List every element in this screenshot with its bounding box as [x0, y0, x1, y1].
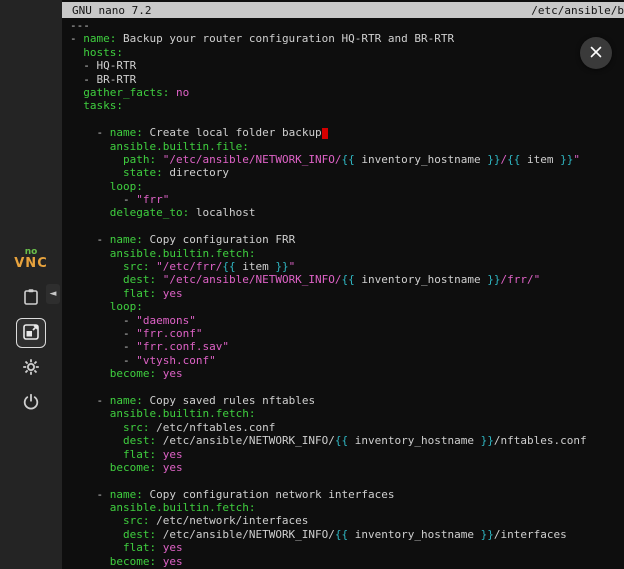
editor-line: delegate_to: localhost [70, 206, 624, 219]
editor-line: - "frr" [70, 193, 624, 206]
novnc-logo-text: VNC [0, 257, 62, 270]
editor-line: loop: [70, 300, 624, 313]
novnc-logo: no VNC [0, 248, 62, 270]
editor-line: gather_facts: no [70, 86, 624, 99]
editor-line: dest: /etc/ansible/NETWORK_INFO/{{ inven… [70, 434, 624, 447]
editor-line: ansible.builtin.fetch: [70, 407, 624, 420]
terminal-window: GNU nano 7.2 /etc/ansible/b ---- name: B… [62, 0, 624, 569]
editor-line: hosts: [70, 46, 624, 59]
editor-line: - name: Copy configuration network inter… [70, 488, 624, 501]
editor-line: become: yes [70, 555, 624, 568]
power-icon [21, 392, 41, 415]
nano-filename: /etc/ansible/b [531, 4, 624, 17]
editor-line: tasks: [70, 99, 624, 112]
clipboard-icon [21, 287, 41, 310]
fullscreen-button[interactable] [16, 318, 46, 348]
editor-line: ansible.builtin.file: [70, 140, 624, 153]
editor-line: src: /etc/nftables.conf [70, 421, 624, 434]
editor-line [70, 474, 624, 487]
nano-version: GNU nano 7.2 [72, 4, 151, 17]
editor-line: src: /etc/network/interfaces [70, 514, 624, 527]
editor-line [70, 381, 624, 394]
editor-line: src: "/etc/frr/{{ item }}" [70, 260, 624, 273]
clipboard-button[interactable] [16, 283, 46, 313]
chevron-left-icon: ◄ [50, 289, 57, 299]
editor-line: --- [70, 19, 624, 32]
nano-titlebar: GNU nano 7.2 /etc/ansible/b [62, 2, 624, 18]
editor-line: - "frr.conf" [70, 327, 624, 340]
editor-line: - "frr.conf.sav" [70, 340, 624, 353]
editor-line: become: yes [70, 461, 624, 474]
editor-line: - name: Copy saved rules nftables [70, 394, 624, 407]
settings-button[interactable] [16, 353, 46, 383]
editor-line: flat: yes [70, 541, 624, 554]
close-icon [589, 45, 603, 62]
gear-icon [21, 357, 41, 380]
editor-line: - HQ-RTR [70, 59, 624, 72]
editor-line: flat: yes [70, 287, 624, 300]
editor-line: - BR-RTR [70, 73, 624, 86]
editor-line: dest: /etc/ansible/NETWORK_INFO/{{ inven… [70, 528, 624, 541]
text-cursor [322, 128, 329, 139]
editor-line: - "vtysh.conf" [70, 354, 624, 367]
close-button[interactable] [580, 37, 612, 69]
editor-line [70, 113, 624, 126]
desktop: no VNC [0, 0, 624, 569]
editor-line: loop: [70, 180, 624, 193]
editor-line [70, 220, 624, 233]
editor-line: flat: yes [70, 448, 624, 461]
editor-line: path: "/etc/ansible/NETWORK_INFO/{{ inve… [70, 153, 624, 166]
editor-line: dest: "/etc/ansible/NETWORK_INFO/{{ inve… [70, 273, 624, 286]
editor-line: - name: Create local folder backup [70, 126, 624, 139]
editor-line: - name: Backup your router configuration… [70, 32, 624, 45]
nano-editor[interactable]: ---- name: Backup your router configurat… [62, 18, 624, 568]
editor-line: state: directory [70, 166, 624, 179]
editor-line: - "daemons" [70, 314, 624, 327]
power-button[interactable] [16, 388, 46, 418]
editor-line: become: yes [70, 367, 624, 380]
editor-line: - name: Copy configuration FRR [70, 233, 624, 246]
editor-line: ansible.builtin.fetch: [70, 501, 624, 514]
editor-line: ansible.builtin.fetch: [70, 247, 624, 260]
control-bar-handle[interactable]: ◄ [46, 284, 60, 304]
fullscreen-icon [21, 322, 41, 345]
